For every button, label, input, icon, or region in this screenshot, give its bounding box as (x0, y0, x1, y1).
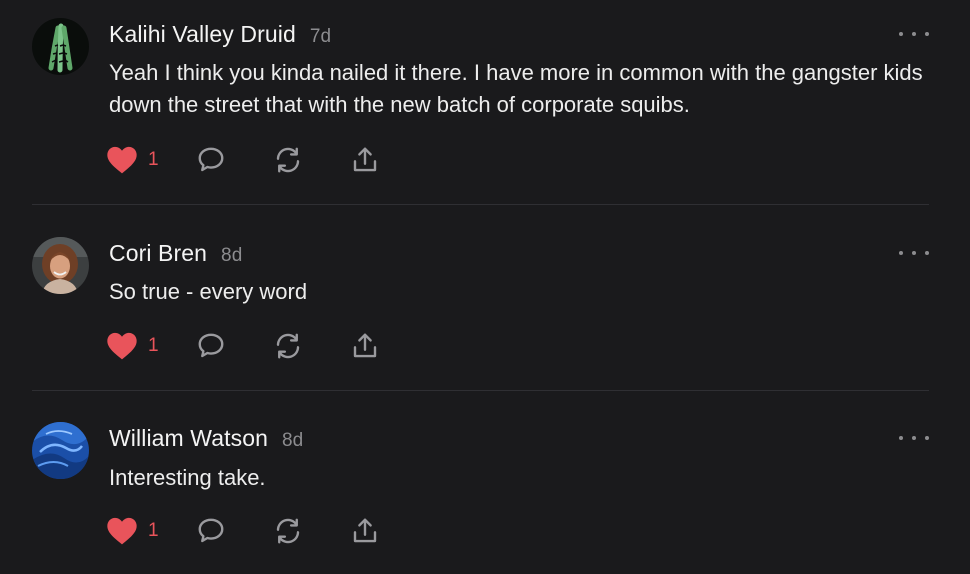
comment-bubble-icon (198, 518, 224, 543)
like-count: 1 (148, 520, 159, 541)
timestamp: 7d (309, 26, 332, 47)
share-button[interactable] (350, 143, 380, 177)
leaf-avatar-icon (32, 18, 89, 75)
restack-button[interactable] (273, 329, 303, 363)
share-button[interactable] (350, 514, 380, 548)
timestamp: 8d (282, 430, 304, 451)
action-bar: 1 (106, 143, 406, 177)
author-name-text[interactable]: Kalihi Valley Druid (109, 21, 296, 47)
avatar[interactable] (32, 422, 89, 479)
share-button[interactable] (350, 329, 380, 363)
comment-feed: Kalihi Valley Druid 7d Yeah I think you k… (0, 0, 970, 574)
share-icon (353, 518, 377, 543)
more-button[interactable] (899, 430, 929, 446)
author-name-text[interactable]: Cori Bren (109, 240, 207, 266)
share-icon (353, 333, 377, 358)
like-count: 1 (148, 149, 159, 170)
comment-bubble-icon (198, 147, 224, 172)
reply-button[interactable] (196, 329, 226, 363)
more-button[interactable] (899, 26, 929, 42)
like-button[interactable]: 1 (106, 143, 159, 177)
avatar[interactable] (32, 237, 89, 294)
author-name-text[interactable]: William Watson (109, 425, 268, 451)
divider (32, 390, 929, 391)
reply-button[interactable] (196, 143, 226, 177)
author-name[interactable]: Kalihi Valley Druid 7d (109, 21, 331, 48)
heart-icon (107, 517, 137, 545)
comment-text: So true - every word (109, 279, 308, 304)
restack-icon (276, 518, 300, 544)
comment-text: Interesting take. (109, 465, 266, 490)
restack-icon (276, 333, 300, 359)
person-photo-avatar-icon (32, 237, 89, 294)
author-name[interactable]: William Watson 8d (109, 425, 303, 452)
heart-icon (107, 146, 137, 174)
like-button[interactable]: 1 (106, 514, 159, 548)
share-icon (353, 147, 377, 172)
reply-button[interactable] (196, 514, 226, 548)
author-name[interactable]: Cori Bren 8d (109, 240, 242, 267)
blue-swirl-avatar-icon (32, 422, 89, 479)
divider (32, 204, 929, 205)
restack-button[interactable] (273, 143, 303, 177)
comment-text: Yeah I think you kinda nailed it there. … (109, 60, 923, 117)
more-icon (899, 32, 903, 36)
action-bar: 1 (106, 329, 406, 363)
timestamp: 8d (221, 245, 243, 266)
like-count: 1 (148, 335, 159, 356)
more-icon (899, 251, 903, 255)
avatar[interactable] (32, 18, 89, 75)
like-button[interactable]: 1 (106, 329, 159, 363)
heart-icon (107, 332, 137, 360)
restack-icon (276, 147, 300, 173)
restack-button[interactable] (273, 514, 303, 548)
more-icon (899, 436, 903, 440)
more-button[interactable] (899, 245, 929, 261)
comment-bubble-icon (198, 333, 224, 358)
action-bar: 1 (106, 514, 406, 548)
